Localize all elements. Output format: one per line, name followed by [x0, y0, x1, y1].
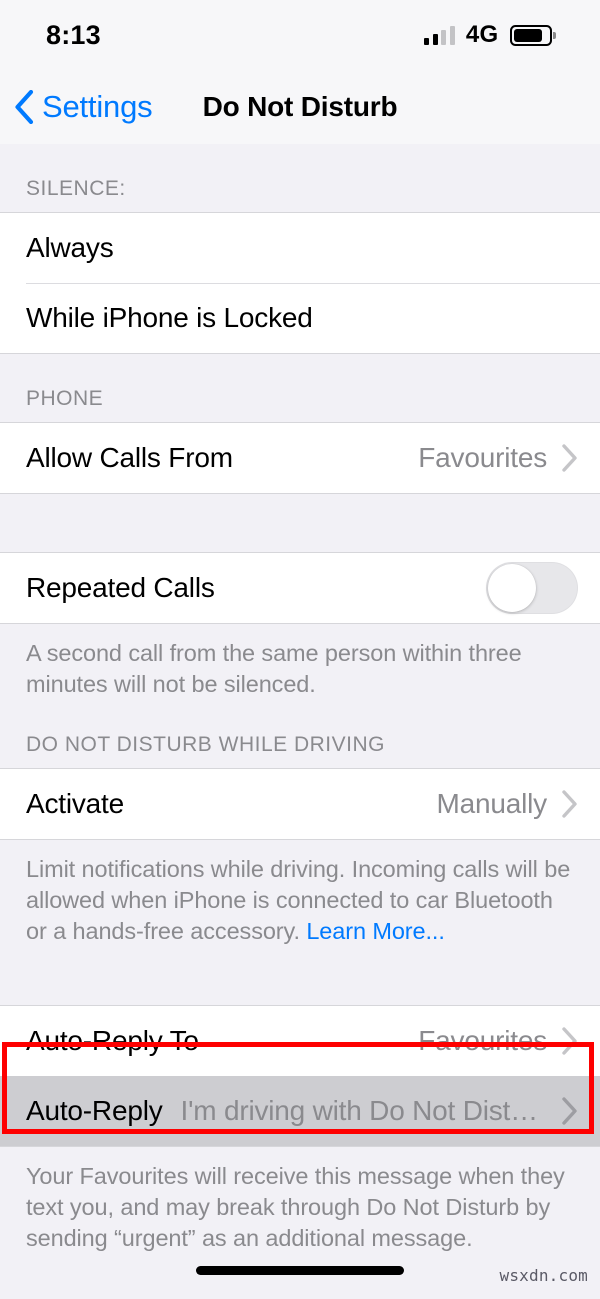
status-bar-indicators: 4G — [424, 21, 556, 49]
row-auto-reply[interactable]: Auto-Reply I'm driving with Do Not Distu… — [0, 1076, 600, 1147]
footer-text: Limit notifications while driving. Incom… — [26, 856, 571, 945]
footer-dnd-while-driving: Limit notifications while driving. Incom… — [0, 840, 600, 948]
section-repeated-calls: Repeated Calls — [0, 552, 600, 624]
back-button[interactable]: Settings — [0, 89, 153, 125]
iphone-screen: 8:13 4G Settings Do Not Disturb SILENCE: — [0, 0, 600, 1299]
section-auto-reply: Auto-Reply To Favourites Auto-Reply I'm … — [0, 1005, 600, 1148]
section-gap-2 — [0, 947, 600, 1006]
settings-list[interactable]: SILENCE: Always While iPhone is Locked P… — [0, 144, 600, 1255]
row-title: While iPhone is Locked — [26, 302, 313, 333]
chevron-right-icon — [561, 790, 578, 818]
row-title: Auto-Reply To — [26, 1025, 199, 1057]
section-phone: Allow Calls From Favourites — [0, 422, 600, 494]
battery-icon — [509, 24, 556, 46]
section-header-phone: PHONE — [0, 354, 600, 422]
row-title: Activate — [26, 788, 124, 820]
repeated-calls-toggle[interactable] — [486, 562, 578, 614]
status-bar-time: 8:13 — [46, 19, 101, 50]
section-silence: Always While iPhone is Locked — [0, 212, 600, 354]
row-title: Auto-Reply — [26, 1095, 163, 1127]
section-header-silence: SILENCE: — [0, 144, 600, 212]
row-activate[interactable]: Activate Manually — [0, 769, 600, 840]
section-header-dnd-while-driving: DO NOT DISTURB WHILE DRIVING — [0, 700, 600, 769]
chevron-right-icon — [561, 444, 578, 472]
row-auto-reply-to[interactable]: Auto-Reply To Favourites — [0, 1006, 600, 1077]
section-gap — [0, 494, 600, 552]
row-value: Manually — [436, 788, 547, 820]
footer-repeated-calls: A second call from the same person withi… — [0, 624, 600, 701]
chevron-left-icon — [14, 90, 34, 124]
network-type-label: 4G — [465, 21, 499, 48]
row-repeated-calls[interactable]: Repeated Calls — [0, 553, 600, 623]
row-always[interactable]: Always — [0, 213, 600, 283]
row-value: I'm driving with Do Not Distu... — [180, 1095, 547, 1127]
cellular-bars-icon — [424, 25, 455, 45]
section-dnd-while-driving: Activate Manually — [0, 768, 600, 841]
chevron-right-icon — [561, 1097, 578, 1125]
navigation-bar: Settings Do Not Disturb — [0, 70, 600, 144]
learn-more-link[interactable]: Learn More... — [306, 918, 445, 944]
status-bar: 8:13 4G — [0, 0, 600, 70]
row-title: Always — [26, 232, 114, 263]
row-while-iphone-is-locked[interactable]: While iPhone is Locked — [0, 283, 600, 353]
back-button-label: Settings — [42, 89, 153, 124]
watermark: wsxdn.com — [499, 1266, 588, 1285]
row-allow-calls-from[interactable]: Allow Calls From Favourites — [0, 423, 600, 493]
row-title: Repeated Calls — [26, 572, 215, 603]
footer-auto-reply: Your Favourites will receive this messag… — [0, 1147, 600, 1255]
row-value: Favourites — [418, 1025, 547, 1057]
home-indicator — [196, 1266, 404, 1275]
row-title: Allow Calls From — [26, 442, 233, 473]
row-value: Favourites — [418, 442, 547, 473]
chevron-right-icon — [561, 1027, 578, 1055]
